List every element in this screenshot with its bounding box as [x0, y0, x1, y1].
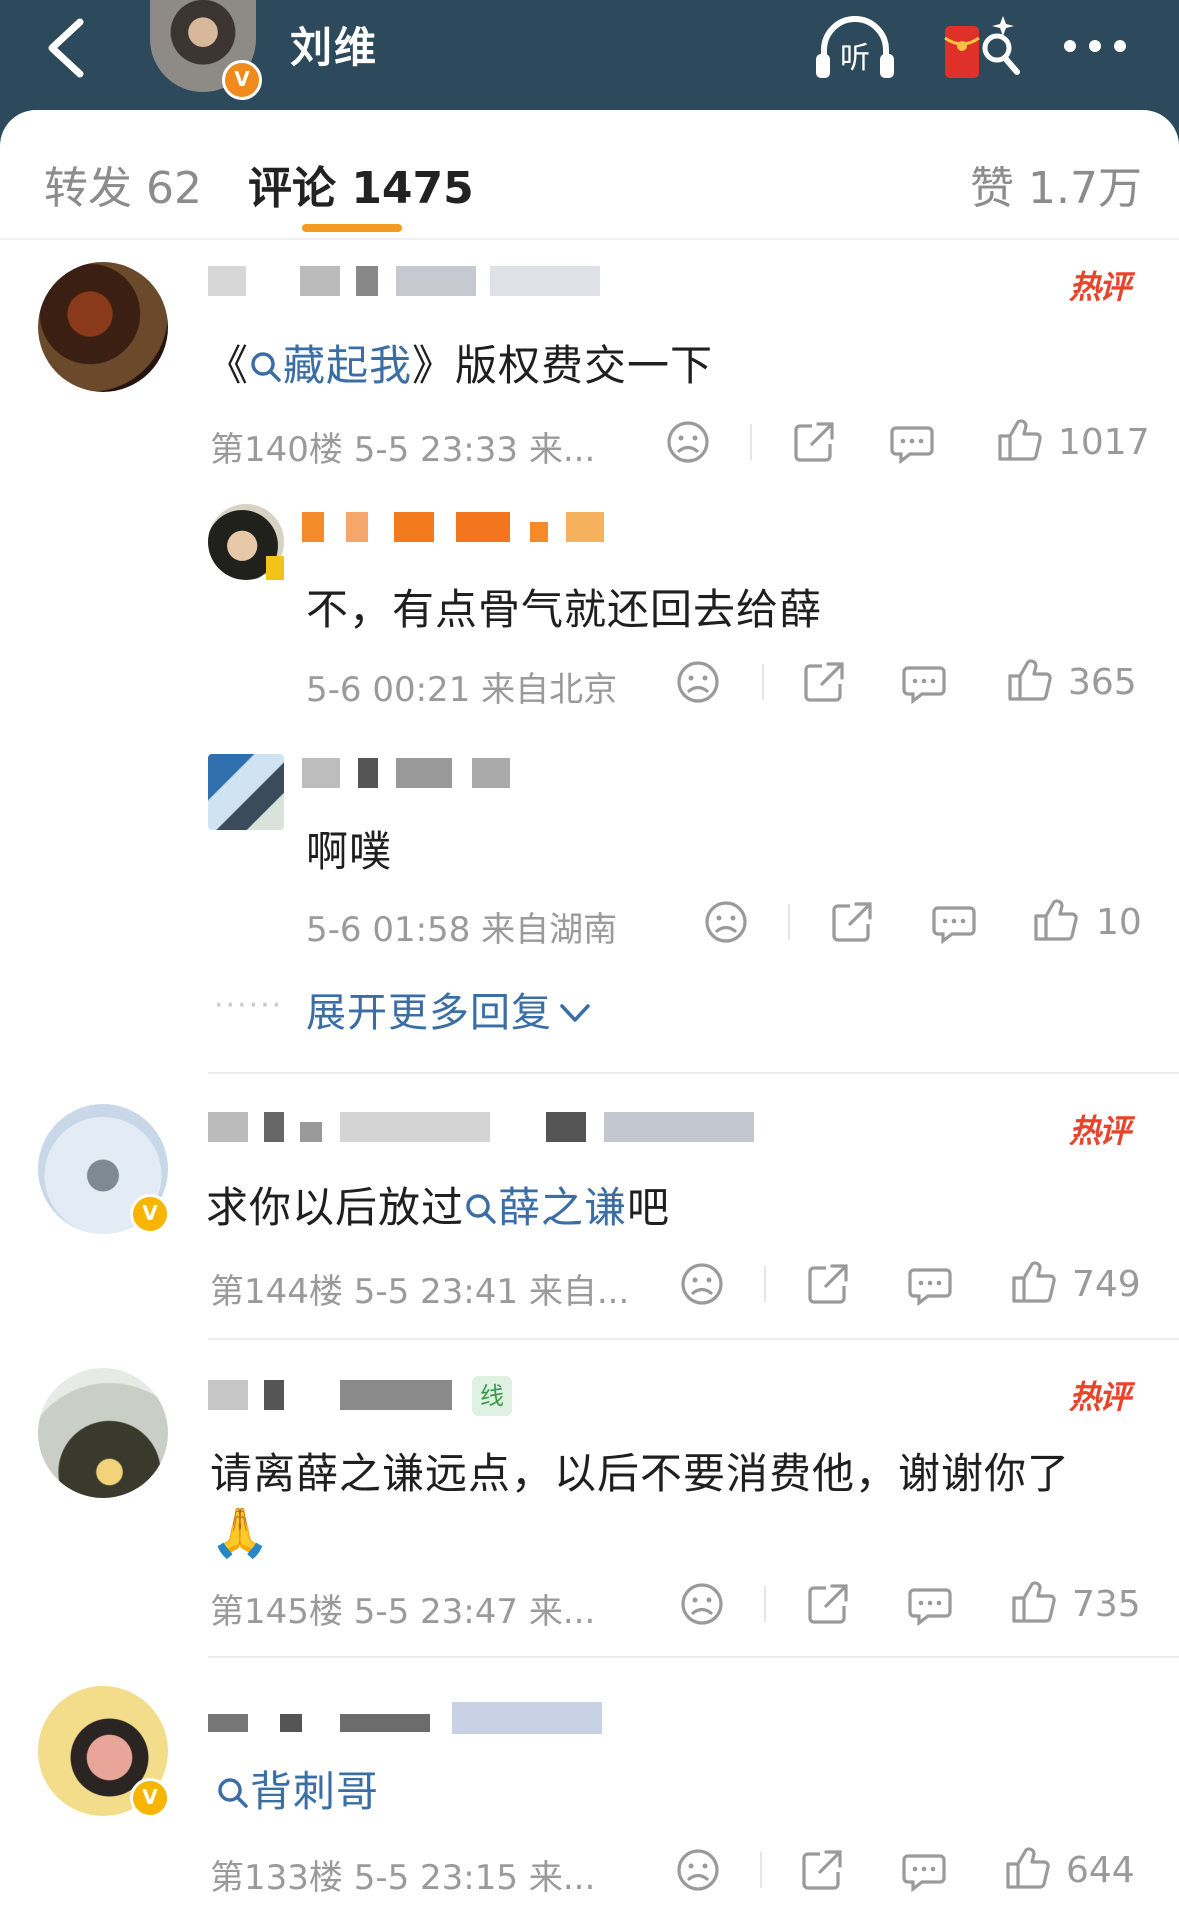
reply-icon[interactable] [888, 418, 936, 466]
page-title[interactable]: 刘维 [290, 14, 378, 75]
like-icon[interactable] [1010, 1578, 1058, 1626]
like-icon[interactable] [1006, 656, 1054, 704]
like-count: 10 [1096, 902, 1142, 943]
separator [762, 664, 764, 700]
like-icon[interactable] [996, 416, 1044, 464]
pray-emoji-icon: 🙏 [210, 1505, 270, 1561]
comment-text: 请离薛之谦远点，以后不要消费他，谢谢你了 [210, 1449, 1071, 1498]
like-count: 1017 [1058, 422, 1150, 463]
comment-meta: 第133楼 5-5 23:15 来... [210, 1858, 596, 1898]
like-count: 749 [1072, 1264, 1141, 1305]
like-icon[interactable] [1032, 896, 1080, 944]
verified-badge: V [222, 60, 262, 100]
listen-icon[interactable]: 听 [810, 8, 900, 88]
topic-link[interactable]: 背刺哥 [216, 1767, 379, 1816]
topic-link[interactable]: 藏起我 [249, 341, 412, 390]
comment-meta: 第140楼 5-5 23:33 来... [210, 430, 596, 470]
fan-tag: 线 [472, 1376, 512, 1416]
share-icon[interactable] [828, 898, 876, 946]
avatar[interactable] [38, 262, 168, 392]
divider [208, 1072, 1179, 1074]
like-icon[interactable] [1004, 1844, 1052, 1892]
hot-comment-badge: 热评 [1068, 268, 1131, 306]
reply-icon[interactable] [906, 1260, 954, 1308]
search-icon [251, 352, 281, 382]
share-icon[interactable] [804, 1260, 852, 1308]
dislike-icon[interactable] [702, 898, 750, 946]
avatar[interactable] [38, 1368, 168, 1498]
reply-icon[interactable] [930, 898, 978, 946]
comment-meta: 第144楼 5-5 23:41 来自... [210, 1272, 630, 1312]
dislike-icon[interactable] [674, 658, 722, 706]
divider [208, 1656, 1179, 1658]
share-icon[interactable] [800, 658, 848, 706]
reply-meta: 5-6 00:21 来自北京 [306, 670, 618, 710]
separator [764, 1266, 766, 1302]
verified-badge: V [130, 1778, 170, 1818]
search-icon [218, 1778, 248, 1808]
dislike-icon[interactable] [678, 1260, 726, 1308]
separator [760, 1852, 762, 1888]
tab-reposts[interactable]: 转发 62 [44, 152, 202, 216]
like-icon[interactable] [1010, 1258, 1058, 1306]
like-count: 735 [1072, 1584, 1141, 1625]
red-packet-icon[interactable] [935, 8, 1025, 88]
reply-text: 啊噗 [306, 827, 393, 876]
separator [764, 1586, 766, 1622]
chevron-down-icon [560, 1004, 590, 1022]
divider [208, 1338, 1179, 1340]
comment-text: 《藏起我》版权费交一下 [206, 341, 714, 390]
avatar[interactable] [208, 754, 284, 830]
tab-comments[interactable]: 评论 1475 [248, 152, 474, 216]
reply-meta: 5-6 01:58 来自湖南 [306, 910, 618, 950]
separator [750, 424, 752, 460]
share-icon[interactable] [798, 1846, 846, 1894]
verified-badge: V [130, 1194, 170, 1234]
active-tab-indicator [302, 224, 402, 232]
reply-icon[interactable] [906, 1580, 954, 1628]
tab-likes[interactable]: 赞 1.7万 [970, 152, 1142, 216]
dots-decoration: ······ [214, 988, 284, 1023]
divider [0, 238, 1179, 240]
verified-badge [266, 556, 284, 580]
hot-comment-badge: 热评 [1068, 1378, 1131, 1416]
expand-replies-button[interactable]: 展开更多回复 [306, 980, 592, 1038]
like-count: 644 [1066, 1850, 1135, 1891]
share-icon[interactable] [790, 418, 838, 466]
like-count: 365 [1068, 662, 1137, 703]
comment-text: 求你以后放过 薛之谦吧 [206, 1183, 671, 1232]
tab-bar: 转发 62 评论 1475 赞 1.7万 [0, 110, 1179, 240]
listen-label: 听 [840, 41, 870, 76]
comment-meta: 第145楼 5-5 23:47 来... [210, 1592, 596, 1632]
reply-text: 不，有点骨气就还回去给薛 [306, 585, 823, 634]
dislike-icon[interactable] [664, 418, 712, 466]
back-icon[interactable] [30, 8, 110, 88]
dislike-icon[interactable] [678, 1580, 726, 1628]
reply-icon[interactable] [900, 1846, 948, 1894]
hot-comment-badge: 热评 [1068, 1112, 1131, 1150]
more-icon[interactable] [1050, 8, 1140, 88]
share-icon[interactable] [804, 1580, 852, 1628]
dislike-icon[interactable] [674, 1846, 722, 1894]
search-icon [466, 1194, 496, 1224]
comment-text: 背刺哥 [216, 1758, 379, 1819]
topic-link[interactable]: 薛之谦 [464, 1183, 627, 1232]
reply-icon[interactable] [900, 658, 948, 706]
separator [788, 904, 790, 940]
